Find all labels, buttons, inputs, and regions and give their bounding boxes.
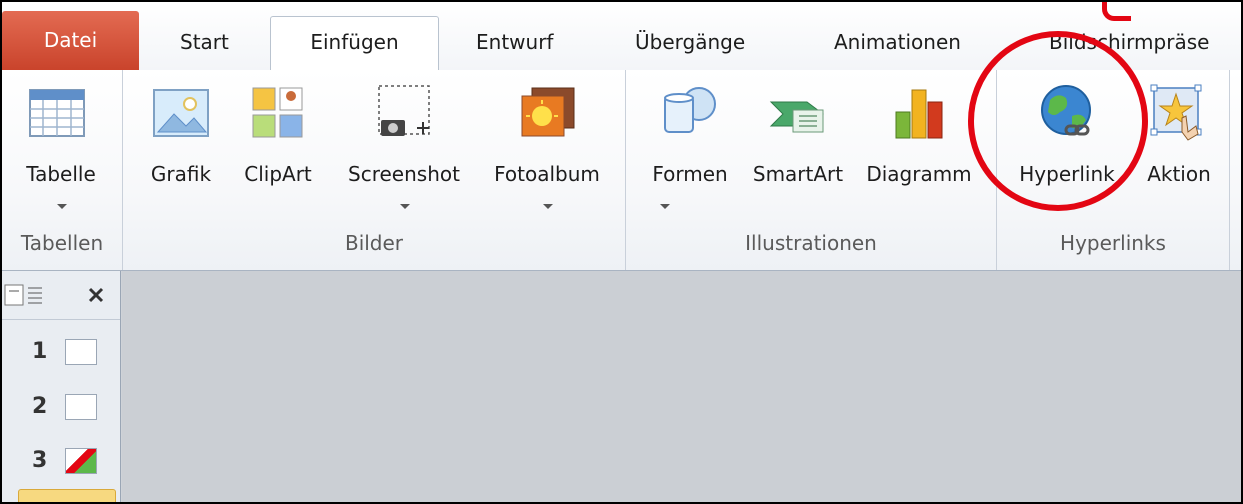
slide-thumb: [65, 339, 97, 365]
smartart-icon: [769, 101, 824, 133]
picture-icon: [153, 89, 209, 137]
chevron-down-icon: [57, 204, 67, 209]
group-label-links: Hyperlinks: [1060, 231, 1166, 255]
tab-file[interactable]: Datei: [2, 11, 139, 71]
tab-insert[interactable]: Einfügen: [270, 16, 439, 72]
screenshot-button[interactable]: Screenshot: [335, 70, 473, 230]
tab-start[interactable]: Start: [180, 17, 229, 69]
shapes-label: Formen: [652, 162, 728, 186]
annotation-arrow-tail: [1102, 2, 1131, 21]
action-star-icon: [1150, 84, 1202, 141]
picture-label: Grafik: [150, 162, 212, 186]
photo-album-button[interactable]: Fotoalbum: [480, 70, 614, 230]
clipart-button[interactable]: ClipArt: [228, 70, 328, 230]
slide-thumb: [65, 394, 97, 420]
table-icon: [29, 89, 85, 137]
slide-number: 3: [32, 448, 48, 473]
tab-transitions[interactable]: Übergänge: [635, 17, 745, 69]
slide-number: 1: [32, 339, 48, 364]
action-button[interactable]: Aktion: [1131, 70, 1227, 230]
chevron-down-icon: [660, 204, 670, 209]
smartart-label: SmartArt: [752, 162, 844, 186]
table-label: Tabelle: [26, 162, 96, 186]
tab-animations[interactable]: Animationen: [834, 17, 961, 69]
photo-album-label: Fotoalbum: [494, 162, 600, 186]
shapes-icon: [664, 87, 716, 133]
photo-album-icon: [521, 87, 575, 137]
tab-design[interactable]: Entwurf: [476, 17, 553, 69]
smartart-button[interactable]: SmartArt: [744, 70, 852, 230]
slide-number: 2: [32, 394, 48, 419]
pane-tabs-icon[interactable]: [4, 283, 114, 309]
slide-thumbnail-selected[interactable]: [18, 489, 116, 502]
slides-pane: 1 2 3: [2, 271, 121, 502]
slide-thumb: [65, 448, 97, 474]
chevron-down-icon: [400, 204, 410, 209]
group-label-images: Bilder: [344, 231, 404, 255]
chart-label: Diagramm: [866, 162, 972, 186]
screenshot-label: Screenshot: [348, 162, 460, 186]
group-tables: Tabelle Tabellen: [2, 70, 123, 270]
annotation-circle: [968, 31, 1148, 211]
group-illustrations: Formen SmartArt Diagramm Illustrationen: [626, 70, 997, 270]
group-images: Grafik ClipArt Screenshot Fotoalbum Bild…: [123, 70, 626, 270]
pane-header: [2, 271, 120, 320]
slide-thumbnail-1[interactable]: 1: [2, 329, 120, 379]
screenshot-icon: [378, 85, 430, 136]
chevron-down-icon: [543, 204, 553, 209]
table-button[interactable]: Tabelle: [2, 70, 120, 230]
action-label: Aktion: [1147, 162, 1211, 186]
shapes-button[interactable]: Formen: [640, 70, 740, 230]
clipart-icon: [252, 87, 303, 138]
group-label-tables: Tabellen: [20, 231, 104, 255]
slide-thumbnail-2[interactable]: 2: [2, 384, 120, 434]
powerpoint-window: Datei Start Einfügen Entwurf Übergänge A…: [0, 0, 1243, 504]
slide-workarea: [122, 271, 1241, 502]
picture-button[interactable]: Grafik: [141, 70, 221, 230]
slide-thumbnail-3[interactable]: 3: [2, 438, 120, 488]
chart-icon: [895, 89, 943, 139]
clipart-label: ClipArt: [244, 162, 312, 186]
group-label-illustrations: Illustrationen: [745, 231, 877, 255]
chart-button[interactable]: Diagramm: [858, 70, 980, 230]
